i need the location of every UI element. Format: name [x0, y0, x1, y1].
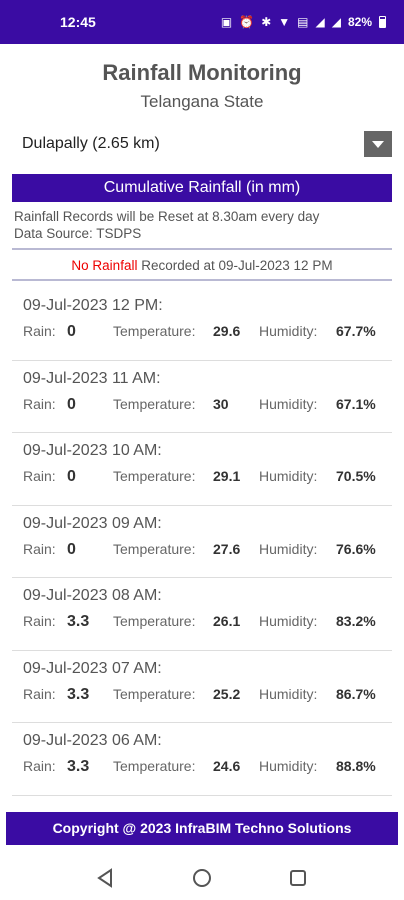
rain-value: 0 [67, 468, 76, 485]
humidity-value: 76.6% [336, 540, 376, 557]
humidity-value: 88.8% [336, 758, 376, 774]
list-item[interactable]: 09-Jul-2023 08 AM: Rain: 3.3 Temperature: 26… [12, 578, 392, 651]
entry-values: Rain: 0 Temperature: 29.6 Humidity: 67.7% [23, 323, 392, 341]
rain-value: 0 [67, 540, 76, 558]
divider [12, 248, 392, 250]
back-button[interactable] [93, 865, 119, 891]
entry-values: Rain: 3.3 Temperature: 26.1 Humidity: 83.2% [23, 613, 392, 631]
humidity-value: 67.7% [336, 323, 376, 339]
list-item[interactable]: 09-Jul-2023 09 AM: Rain: 0 Temperature: 27.6… [12, 506, 392, 578]
rain-value: 3.3 [67, 758, 90, 775]
volte-icon: ▤ [297, 15, 309, 29]
alarm-icon: ⏰ [239, 15, 255, 29]
bug-icon: ✱ [261, 15, 272, 29]
rain-label: Rain: [23, 685, 56, 702]
temperature-label: Temperature: [113, 685, 196, 702]
rain-label: Rain: [23, 758, 56, 774]
temperature-label: Temperature: [113, 395, 196, 412]
divider [12, 279, 392, 281]
battery-percent: 82% [347, 15, 372, 29]
entry-values: Rain: 3.3 Temperature: 25.2 Humidity: 86.7% [23, 686, 392, 704]
station-selected-value[interactable]: Dulapally (2.65 km) [22, 135, 364, 153]
humidity-label: Humidity: [259, 395, 318, 412]
temperature-label: Temperature: [113, 613, 196, 629]
temperature-label: Temperature: [113, 758, 196, 774]
entry-datetime: 09-Jul-2023 09 AM: [23, 514, 162, 532]
station-select[interactable]: Dulapally (2.65 km) [22, 130, 392, 158]
reading-list[interactable]: 09-Jul-2023 12 PM: Rain: 0 Temperature: 29.6… [0, 288, 404, 796]
footer-copyright: Copyright @ 2023 InfraBIM Techno Solutio… [6, 812, 398, 845]
temperature-value: 29.6 [213, 323, 241, 339]
signal-icon-2: ◢ [331, 15, 341, 29]
rain-value: 0 [67, 395, 76, 413]
rain-status: No Rainfall [71, 258, 138, 273]
recorded-status: No Rainfall Recorded at 09-Jul-2023 12 P… [0, 258, 404, 273]
rain-label: Rain: [23, 323, 56, 339]
humidity-label: Humidity: [259, 613, 318, 629]
dropdown-button[interactable] [364, 131, 392, 157]
temperature-label: Temperature: [113, 468, 196, 484]
entry-values: Rain: 0 Temperature: 29.1 Humidity: 70.5% [23, 468, 392, 486]
entry-values: Rain: 0 Temperature: 27.6 Humidity: 76.6% [23, 541, 392, 559]
temperature-value: 30 [213, 395, 229, 412]
humidity-value: 67.1% [336, 395, 376, 412]
clock: 12:45 [60, 14, 96, 30]
back-icon [97, 867, 112, 888]
temperature-label: Temperature: [113, 540, 196, 557]
entry-values: Rain: 0 Temperature: 30 Humidity: 67.1% [23, 396, 392, 414]
list-item[interactable]: 09-Jul-2023 12 PM: Rain: 0 Temperature: 29.6… [12, 288, 392, 361]
humidity-label: Humidity: [259, 758, 318, 774]
entry-datetime: 09-Jul-2023 12 PM: [23, 297, 163, 314]
page-subtitle: Telangana State [140, 92, 264, 111]
rain-label: Rain: [23, 468, 56, 484]
battery-icon [379, 16, 386, 28]
rain-label: Rain: [23, 395, 56, 412]
humidity-value: 70.5% [336, 468, 376, 484]
recents-icon [290, 869, 306, 886]
nav-bar [0, 855, 404, 900]
recents-button[interactable] [285, 865, 311, 891]
temperature-value: 27.6 [213, 540, 241, 557]
status-icons: ▣ ⏰ ✱ ▼ ▤ ◢ ◢ 82% [221, 15, 386, 29]
page-title: Rainfall Monitoring [102, 60, 302, 85]
home-icon [193, 868, 211, 887]
home-button[interactable] [189, 865, 215, 891]
rain-value: 0 [67, 323, 76, 340]
humidity-value: 86.7% [336, 685, 376, 702]
entry-datetime: 09-Jul-2023 10 AM: [23, 442, 162, 459]
recorded-time-text: Recorded at 09-Jul-2023 12 PM [137, 258, 333, 273]
rain-value: 3.3 [67, 613, 90, 630]
rain-label: Rain: [23, 540, 56, 557]
cumulative-rainfall-button[interactable]: Cumulative Rainfall (in mm) [12, 174, 392, 202]
status-bar: 12:45 ▣ ⏰ ✱ ▼ ▤ ◢ ◢ 82% [0, 0, 404, 44]
entry-datetime: 09-Jul-2023 06 AM: [23, 732, 162, 749]
temperature-value: 26.1 [213, 613, 241, 629]
list-item[interactable]: 09-Jul-2023 07 AM: Rain: 3.3 Temperature: 25… [12, 651, 392, 723]
temperature-label: Temperature: [113, 323, 196, 339]
list-item[interactable]: 09-Jul-2023 06 AM: Rain: 3.3 Temperature: 24… [12, 723, 392, 796]
signal-icon: ◢ [315, 15, 325, 29]
entry-datetime: 09-Jul-2023 08 AM: [23, 587, 162, 604]
temperature-value: 29.1 [213, 468, 241, 484]
reset-note: Rainfall Records will be Reset at 8.30am… [14, 209, 320, 224]
nfc-icon: ▣ [220, 15, 233, 29]
entry-values: Rain: 3.3 Temperature: 24.6 Humidity: 88.8% [23, 758, 392, 776]
temperature-value: 25.2 [213, 685, 241, 702]
entry-datetime: 09-Jul-2023 11 AM: [23, 369, 161, 387]
rain-label: Rain: [23, 613, 56, 629]
data-source-note: Data Source: TSDPS [14, 226, 142, 241]
chevron-down-icon [372, 140, 384, 148]
info-notes: Rainfall Records will be Reset at 8.30am… [14, 208, 392, 242]
temperature-value: 24.6 [213, 758, 241, 774]
list-item[interactable]: 09-Jul-2023 11 AM: Rain: 0 Temperature: 30 Hu… [12, 361, 392, 433]
entry-datetime: 09-Jul-2023 07 AM: [23, 659, 162, 677]
rain-value: 3.3 [67, 685, 90, 703]
list-item[interactable]: 09-Jul-2023 10 AM: Rain: 0 Temperature: 29.1… [12, 433, 392, 506]
humidity-label: Humidity: [259, 468, 318, 484]
wifi-icon: ▼ [278, 15, 291, 29]
humidity-label: Humidity: [259, 540, 318, 557]
humidity-label: Humidity: [259, 685, 318, 702]
humidity-label: Humidity: [259, 323, 318, 339]
humidity-value: 83.2% [336, 613, 376, 629]
